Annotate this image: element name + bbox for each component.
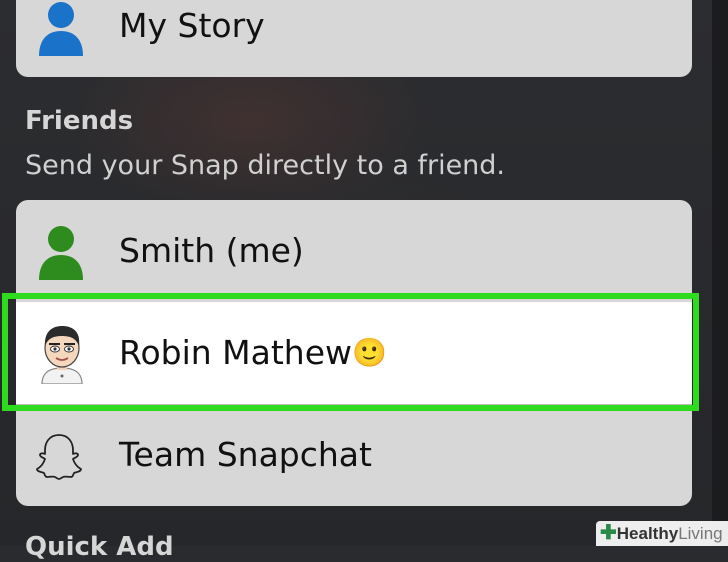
friend-name: Smith (me) (119, 231, 304, 270)
person-icon (39, 2, 83, 56)
my-story-label: My Story (119, 6, 265, 45)
quick-add-section-title: Quick Add (25, 532, 174, 562)
scroll-edge (712, 0, 728, 546)
friends-list: Smith (me) Robin Mathew🙂 Team Snapchat (16, 200, 692, 506)
friend-name: Robin Mathew🙂 (119, 333, 387, 372)
my-story-row[interactable]: My Story (16, 0, 692, 77)
person-icon (39, 226, 83, 280)
watermark: ✚HealthyLiving (596, 521, 728, 546)
friend-row-robin[interactable]: Robin Mathew🙂 (16, 302, 692, 404)
smiley-emoji: 🙂 (352, 336, 387, 369)
friends-section-title: Friends (25, 106, 134, 136)
friends-section-subtitle: Send your Snap directly to a friend. (25, 150, 506, 181)
cross-icon: ✚ (600, 522, 617, 544)
my-story-card: My Story (16, 0, 692, 77)
friend-row-smith[interactable]: Smith (me) (16, 200, 692, 302)
bitmoji-avatar (41, 326, 83, 384)
friend-name: Team Snapchat (119, 435, 372, 474)
friend-row-team-snapchat[interactable]: Team Snapchat (16, 404, 692, 506)
ghost-icon (36, 434, 82, 480)
